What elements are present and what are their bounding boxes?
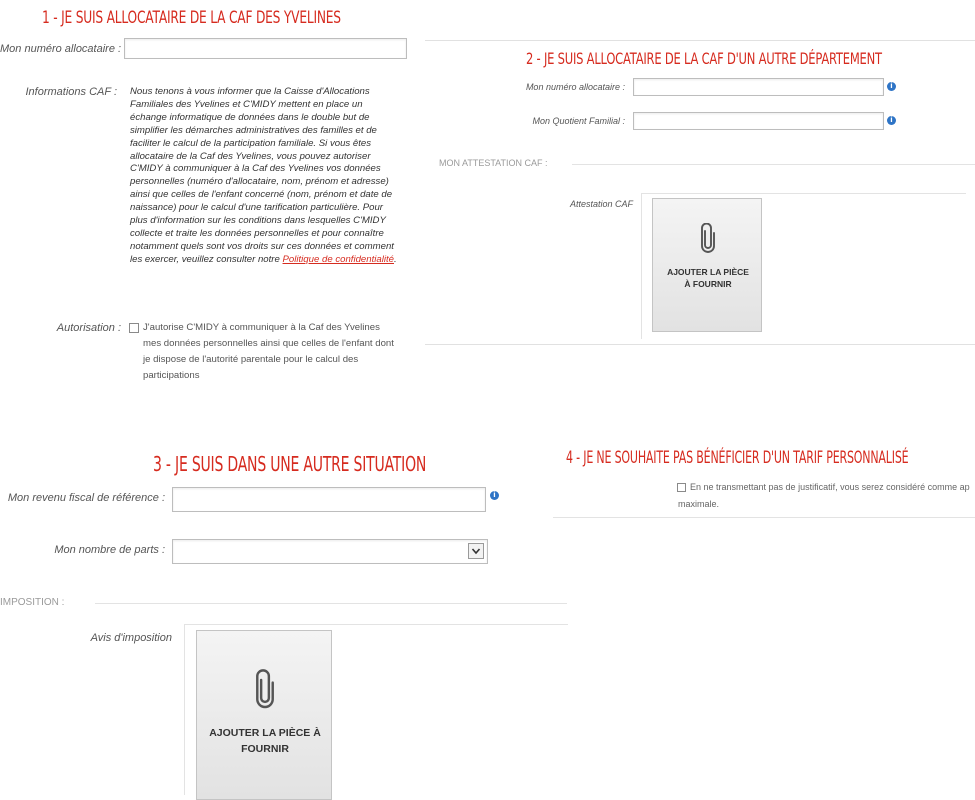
tarif-personnalise-text: En ne transmettant pas de justificatif, …	[690, 481, 970, 494]
revenu-fiscal-input[interactable]	[172, 487, 486, 512]
section4-panel	[553, 471, 975, 518]
informations-caf-end: .	[394, 253, 397, 265]
numero-allocataire-input[interactable]	[124, 38, 407, 59]
attestation-caf-header: MON ATTESTATION CAF :	[439, 158, 548, 168]
avis-upload-button[interactable]: AJOUTER LA PIÈCE À FOURNIR	[196, 630, 332, 800]
section3-title: 3 - JE SUIS DANS UNE AUTRE SITUATION	[153, 452, 427, 476]
politique-confidentialite-link[interactable]: Politique de confidentialité	[283, 254, 394, 265]
imposition-divider	[95, 603, 567, 604]
numero-allocataire-2-label: Mon numéro allocataire :	[525, 82, 625, 92]
quotient-familial-input[interactable]	[633, 112, 884, 130]
attestation-upload-button[interactable]: AJOUTER LA PIÈCE À FOURNIR	[652, 198, 762, 332]
nombre-parts-select[interactable]	[172, 539, 488, 564]
informations-caf-body: Nous tenons à vous informer que la Caiss…	[130, 86, 394, 265]
numero-allocataire-label: Mon numéro allocataire :	[0, 43, 122, 55]
attestation-caf-label: Attestation CAF	[569, 199, 633, 209]
section2-title: 2 - JE SUIS ALLOCATAIRE DE LA CAF D'UN A…	[526, 49, 882, 68]
section1-title: 1 - JE SUIS ALLOCATAIRE DE LA CAF DES YV…	[42, 8, 341, 28]
tarif-personnalise-text-line1: En ne transmettant pas de justificatif, …	[690, 482, 970, 492]
informations-caf-text: Nous tenons à vous informer que la Caiss…	[130, 86, 402, 267]
autorisation-text: J'autorise C'MIDY à communiquer à la Caf…	[143, 322, 394, 381]
tarif-personnalise-text-2: maximale.	[678, 499, 720, 509]
attestation-divider	[572, 164, 975, 165]
section4-title: 4 - JE NE SOUHAITE PAS BÉNÉFICIER D'UN T…	[566, 448, 909, 468]
autorisation-label: Autorisation :	[56, 322, 121, 334]
numero-allocataire-2-input[interactable]	[633, 78, 884, 96]
informations-caf-label: Informations CAF :	[25, 86, 118, 98]
chevron-down-icon[interactable]	[468, 543, 484, 559]
avis-imposition-label: Avis d'imposition	[90, 632, 172, 644]
avis-upload-label: AJOUTER LA PIÈCE À FOURNIR	[209, 727, 321, 755]
revenu-fiscal-label: Mon revenu fiscal de référence :	[7, 492, 165, 504]
autorisation-checkbox[interactable]	[129, 323, 139, 333]
paperclip-icon	[701, 223, 715, 253]
imposition-header: IMPOSITION :	[0, 597, 65, 608]
info-icon[interactable]: i	[887, 82, 896, 91]
info-icon[interactable]: i	[887, 116, 896, 125]
attestation-upload-label: AJOUTER LA PIÈCE À FOURNIR	[667, 267, 749, 289]
paperclip-icon	[256, 669, 274, 709]
nombre-parts-label: Mon nombre de parts :	[54, 544, 165, 556]
info-icon[interactable]: i	[490, 491, 499, 500]
tarif-personnalise-checkbox[interactable]	[677, 483, 686, 492]
quotient-familial-label: Mon Quotient Familial :	[532, 116, 625, 126]
